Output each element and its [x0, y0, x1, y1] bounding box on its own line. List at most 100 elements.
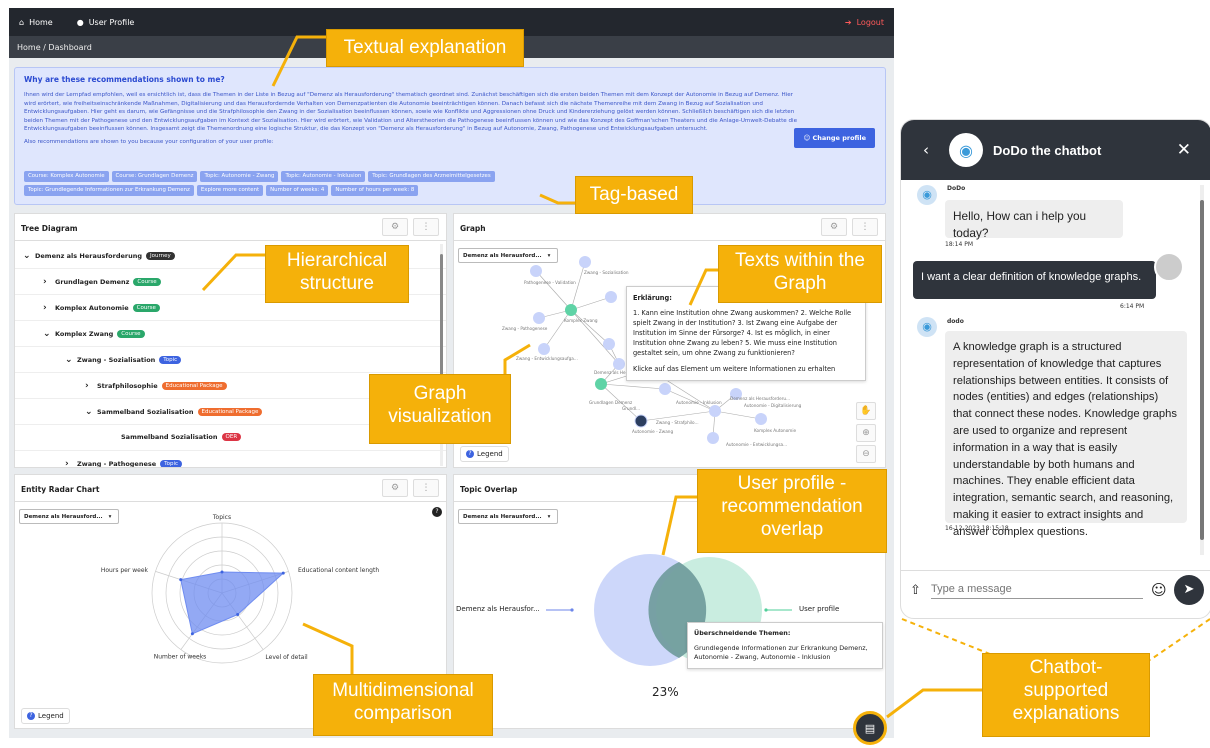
tag-chip: Course: Komplex Autonomie: [24, 171, 109, 182]
graph-edge: [600, 383, 666, 390]
zoom-out-icon[interactable]: ⊖: [856, 445, 876, 463]
row-divider: [15, 320, 446, 321]
tree-node[interactable]: Sammelband Sozialisation OER: [121, 433, 242, 441]
chevron-right-icon[interactable]: ›: [43, 277, 51, 287]
chevron-down-icon[interactable]: ⌄: [85, 407, 93, 417]
logout-icon: ➔: [844, 17, 852, 27]
radar-axis-label: Hours per week: [101, 567, 149, 574]
message-time: 6:14 PM: [1120, 303, 1145, 310]
graph-node-label: Zwang - Pathogenese: [502, 326, 548, 331]
change-profile-button[interactable]: ☺ Change profile: [794, 128, 875, 148]
nav-user-profile[interactable]: ● User Profile: [77, 18, 135, 27]
chat-header: ‹ ◉ DoDo the chatbot ✕: [901, 120, 1210, 180]
close-icon[interactable]: ✕: [1177, 140, 1191, 160]
tree-node-label: Sammelband Sozialisation: [97, 408, 194, 416]
graph-node[interactable]: [709, 405, 721, 417]
gear-icon[interactable]: ⚙: [382, 218, 408, 236]
tree-node[interactable]: ⌄ Demenz als Herausforderung Journey: [23, 251, 175, 261]
chevron-right-icon[interactable]: ›: [43, 303, 51, 313]
tree-node[interactable]: ⌄ Sammelband Sozialisation Educational Pac…: [85, 407, 263, 417]
graph-node[interactable]: [579, 256, 591, 268]
tag-chip: Topic: Grundlegende Informationen zur Er…: [24, 185, 194, 196]
send-icon: ➤: [1183, 582, 1195, 597]
tooltip-hint: Klicke auf das Element um weitere Inform…: [633, 365, 836, 373]
tree-node[interactable]: ⌄ Komplex Zwang Course: [43, 329, 145, 339]
graph-node[interactable]: [565, 304, 577, 316]
tag-chip: Topic: Grundlagen des Arzneimittelgesetz…: [368, 171, 495, 182]
tree-node[interactable]: ⌄ Zwang - Sozialisation Topic: [65, 355, 182, 365]
tag-chip: Topic: Autonomie - Inklusion: [281, 171, 366, 182]
graph-node[interactable]: [634, 414, 648, 428]
graph-node[interactable]: [613, 358, 625, 370]
tree-node[interactable]: › Grundlagen Demenz Course: [43, 277, 161, 287]
graph-legend-button[interactable]: ? Legend: [460, 446, 509, 462]
tree-node-label: Zwang - Sozialisation: [77, 356, 156, 364]
graph-node-label: Komplex Zwang: [564, 318, 598, 323]
bot-name: dodo: [947, 318, 964, 325]
upload-icon[interactable]: ⇧: [910, 583, 921, 598]
graph-node[interactable]: [538, 343, 550, 355]
radar-point[interactable]: [179, 578, 183, 582]
explanation-box: Why are these recommendations shown to m…: [14, 67, 886, 205]
row-divider: [15, 450, 446, 451]
bot-avatar-icon: ◉: [917, 185, 937, 205]
chat-open-button[interactable]: ▤: [853, 711, 887, 745]
radar-legend-button[interactable]: ? Legend: [21, 708, 70, 724]
radar-point[interactable]: [236, 613, 240, 617]
tree-node[interactable]: › Zwang - Pathogenese Topic: [65, 459, 183, 468]
tree-node-label: Komplex Zwang: [55, 330, 114, 338]
graph-edge: [535, 270, 572, 311]
question-icon: ?: [27, 712, 35, 720]
tag-chip: Number of hours per week: 8: [331, 185, 419, 196]
tag-chip: Topic: Autonomie - Zwang: [200, 171, 279, 182]
chevron-right-icon[interactable]: ›: [65, 459, 73, 467]
zoom-in-icon[interactable]: ⊕: [856, 424, 876, 442]
tree-node[interactable]: › Strafphilosophie Educational Package: [85, 381, 227, 391]
hand-icon[interactable]: ✋: [856, 402, 876, 420]
drag-handle-icon[interactable]: ⋮: [413, 218, 439, 236]
left-leader-dot: [570, 608, 574, 612]
radar-axis-label: Level of detail: [265, 654, 308, 661]
graph-node[interactable]: [659, 383, 671, 395]
radar-area[interactable]: [180, 571, 285, 635]
graph-node[interactable]: [707, 432, 719, 444]
radar-point[interactable]: [220, 570, 224, 574]
tooltip-body: 1. Kann eine Institution ohne Zwang ausk…: [633, 309, 852, 357]
message-input[interactable]: [931, 579, 1143, 599]
logout-link[interactable]: ➔ Logout: [845, 18, 884, 27]
tree-node-label: Zwang - Pathogenese: [77, 460, 157, 468]
tree-node[interactable]: › Komplex Autonomie Course: [43, 303, 160, 313]
type-badge: OER: [221, 433, 242, 441]
user-icon: ●: [76, 17, 84, 27]
nav-home[interactable]: ⌂ Home: [19, 18, 53, 27]
message-time: 18:14 PM: [945, 241, 973, 248]
graph-node[interactable]: [530, 265, 542, 277]
home-icon: ⌂: [19, 17, 25, 27]
type-badge: Course: [117, 330, 145, 338]
send-button[interactable]: ➤: [1174, 575, 1204, 605]
graph-node-label: Grundlagen Demenz: [589, 400, 633, 405]
radar-axis-label: Topics: [212, 514, 231, 521]
bot-message: Hello, How can i help you today?: [945, 200, 1123, 240]
back-icon[interactable]: ‹: [923, 141, 929, 159]
chevron-down-icon[interactable]: ⌄: [23, 251, 31, 261]
chevron-down-icon[interactable]: ⌄: [43, 329, 51, 339]
graph-node[interactable]: [755, 413, 767, 425]
overlap-percent: 23%: [652, 685, 679, 699]
chevron-down-icon[interactable]: ⌄: [65, 355, 73, 365]
radar-point[interactable]: [190, 632, 194, 636]
graph-node[interactable]: [533, 312, 545, 324]
radar-point[interactable]: [281, 571, 285, 575]
venn-left-label: Demenz als Herausfor...: [456, 605, 540, 613]
chat-title: DoDo the chatbot: [993, 142, 1102, 158]
graph-node[interactable]: [605, 291, 617, 303]
graph-node[interactable]: [595, 378, 607, 390]
graph-node[interactable]: [603, 338, 615, 350]
graph-edge: [570, 261, 586, 311]
graph-edge: [570, 309, 610, 345]
chat-scrollbar[interactable]: [1200, 185, 1204, 555]
chevron-right-icon[interactable]: ›: [85, 381, 93, 391]
row-divider: [15, 346, 446, 347]
callout-hierarchical: Hierarchical structure: [265, 245, 409, 303]
emoji-icon[interactable]: ☺: [1151, 581, 1167, 599]
